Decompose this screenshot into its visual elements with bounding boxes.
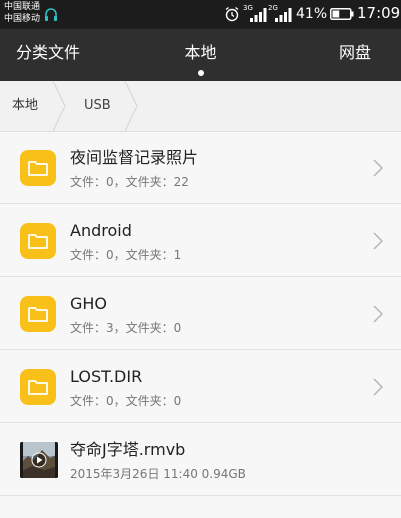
file-detail: 文件：3，文件夹：0 xyxy=(70,321,182,335)
breadcrumb-root[interactable]: 本地 xyxy=(12,81,38,131)
breadcrumb-separator-icon xyxy=(52,81,66,131)
carrier-info: 中国联通 中国移动 xyxy=(4,1,40,25)
file-name: Android xyxy=(70,221,132,240)
divider xyxy=(0,495,401,496)
battery-icon xyxy=(330,8,354,20)
list-item[interactable]: 夺命J字塔.rmvb 2015年3月26日 11:40 0.94GB xyxy=(0,424,401,496)
folder-icon xyxy=(20,369,56,405)
list-item[interactable]: 夜间监督记录照片 文件：0，文件夹：22 xyxy=(0,132,401,204)
chevron-right-icon xyxy=(373,305,383,323)
status-bar: 中国联通 中国移动 3G 2G 41% 17:09 xyxy=(0,0,401,29)
breadcrumb: 本地 USB xyxy=(0,81,401,132)
breadcrumb-separator-icon xyxy=(124,81,138,131)
folder-icon xyxy=(20,223,56,259)
signal-icon xyxy=(250,8,267,22)
chevron-right-icon xyxy=(373,159,383,177)
video-thumbnail xyxy=(20,442,58,478)
tab-cloud[interactable]: 网盘 xyxy=(339,43,371,63)
top-tab-bar: 分类文件 本地 网盘 xyxy=(0,29,401,81)
divider xyxy=(0,203,401,204)
folder-icon xyxy=(20,150,56,186)
file-name: LOST.DIR xyxy=(70,367,143,386)
file-manager-screen: 中国联通 中国移动 3G 2G 41% 17:09 分类文件 本地 网盘 本地 … xyxy=(0,0,401,518)
signal-2g: 2G xyxy=(268,4,292,22)
list-item[interactable]: LOST.DIR 文件：0，文件夹：0 xyxy=(0,351,401,423)
carrier-1-label: 中国联通 xyxy=(4,2,41,12)
signal-3g: 3G xyxy=(243,4,267,22)
signal-icon xyxy=(275,8,292,22)
list-item[interactable]: GHO 文件：3，文件夹：0 xyxy=(0,278,401,350)
headset-icon xyxy=(45,8,57,21)
chevron-right-icon xyxy=(373,232,383,250)
file-list: 夜间监督记录照片 文件：0，文件夹：22 Android 文件：0，文件夹：1 xyxy=(0,132,401,518)
alarm-clock-icon xyxy=(225,6,239,22)
file-name: GHO xyxy=(70,294,108,313)
divider xyxy=(0,422,401,423)
carrier-2-label: 中国移动 xyxy=(4,14,41,24)
list-item[interactable]: Android 文件：0，文件夹：1 xyxy=(0,205,401,277)
battery-fill xyxy=(332,10,340,18)
file-detail: 文件：0，文件夹：22 xyxy=(70,175,189,189)
breadcrumb-current[interactable]: USB xyxy=(84,81,111,131)
clock: 17:09 xyxy=(357,4,401,22)
file-name: 夺命J字塔.rmvb xyxy=(70,440,186,459)
file-detail: 2015年3月26日 11:40 0.94GB xyxy=(70,467,246,481)
active-tab-indicator xyxy=(198,70,204,76)
file-detail: 文件：0，文件夹：1 xyxy=(70,248,182,262)
battery-percent: 41% xyxy=(296,6,328,22)
chevron-right-icon xyxy=(373,378,383,396)
divider xyxy=(0,276,401,277)
divider xyxy=(0,349,401,350)
file-detail: 文件：0，文件夹：0 xyxy=(70,394,182,408)
folder-icon xyxy=(20,296,56,332)
file-name: 夜间监督记录照片 xyxy=(70,148,199,167)
